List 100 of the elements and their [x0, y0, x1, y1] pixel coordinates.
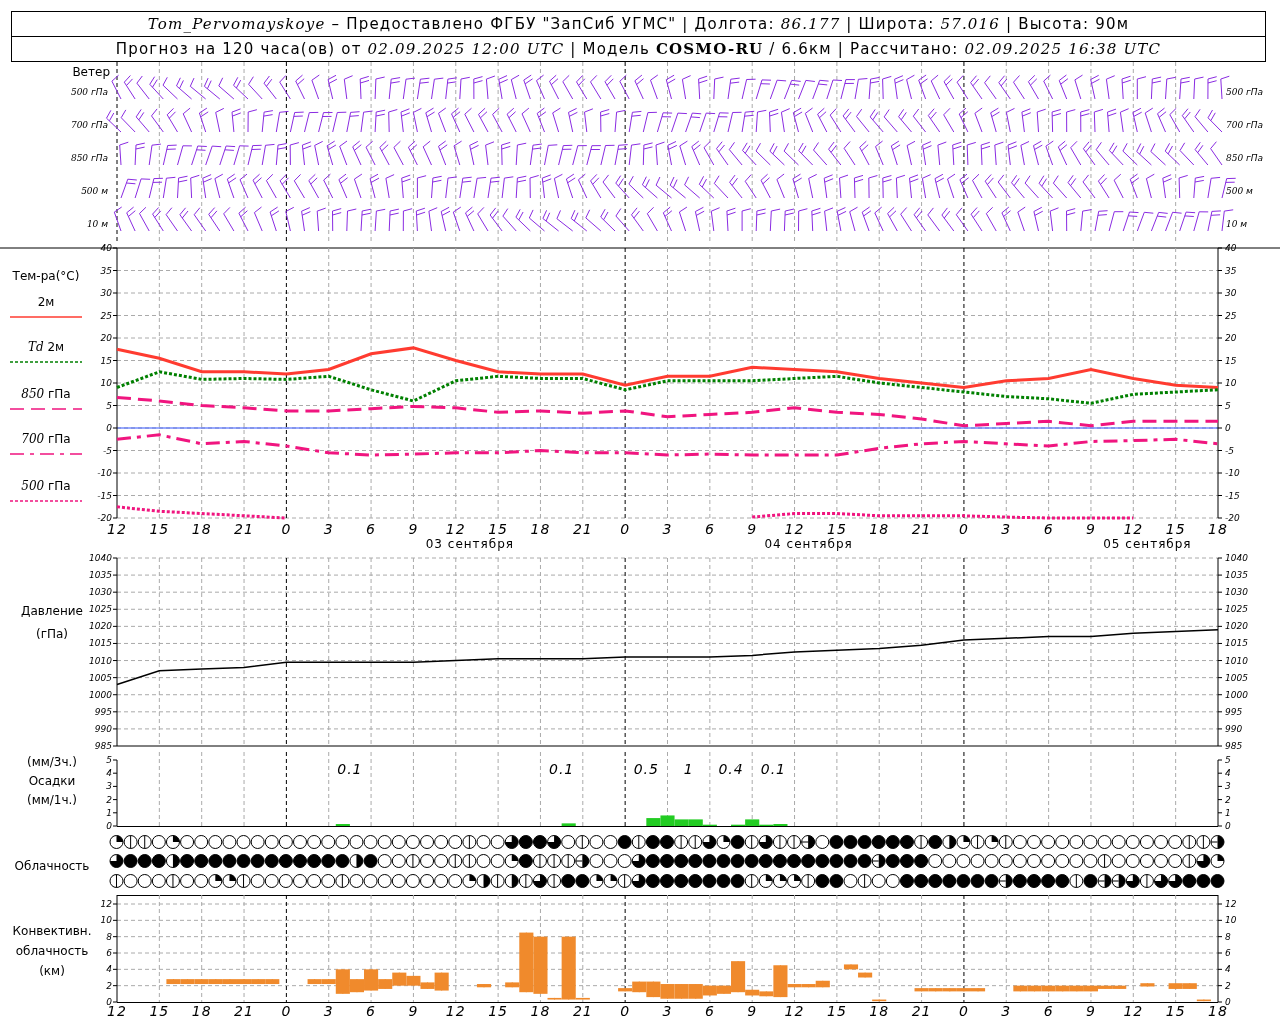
- hour-label: 15: [488, 521, 509, 537]
- wind-level-label: 500 гПа: [1226, 87, 1264, 97]
- tick-label: 3: [1225, 781, 1231, 792]
- tick-label: 1020: [89, 621, 112, 632]
- station-info: Tom_Pervomayskoye – Предоставлено ФГБУ "ЗапСиб УГМС" | Долгота: 86.177 | Широта: 57.016 | Высота: 90м: [146, 14, 1131, 35]
- tick-label: 15: [1225, 355, 1237, 366]
- hour-label: 3: [662, 521, 673, 537]
- temperature-title: Тем-ра(°C): [12, 269, 80, 283]
- hour-label: 15: [826, 521, 847, 537]
- tick-label: 10: [100, 915, 112, 926]
- forecast-info: Прогноз на 120 часа(ов) от 02.09.2025 12:00 UTC | Модель COSMO-RU / 6.6км | Рассчитано: 02.09.2025 16:38 UTC: [12, 36, 1265, 61]
- hour-label: 12: [445, 521, 466, 537]
- hour-label: 12: [1123, 1003, 1144, 1019]
- tick-label: 4: [1225, 964, 1231, 975]
- tick-label: 10: [1225, 378, 1237, 388]
- tick-label: 10: [1225, 915, 1237, 926]
- hour-label: 12: [1123, 521, 1144, 537]
- tick-label: 1: [1225, 807, 1231, 818]
- hour-label: 3: [1001, 521, 1012, 537]
- tick-label: 5: [106, 400, 112, 411]
- tick-label: 1030: [1225, 587, 1248, 598]
- precipitation-label: (мм/1ч.): [26, 793, 78, 807]
- hour-label: 6: [704, 1003, 715, 1019]
- date-label: 03 сентября: [425, 537, 515, 551]
- tick-label: 12: [1225, 899, 1237, 909]
- wind-level-label: 700 гПа: [70, 120, 108, 130]
- hour-label: 3: [323, 1003, 334, 1019]
- tick-label: 2: [106, 980, 112, 991]
- hour-label: 21: [911, 1003, 932, 1019]
- hour-label: 0: [620, 1003, 631, 1019]
- date-label: 05 сентября: [1103, 537, 1192, 551]
- hour-label: 18: [191, 1003, 212, 1019]
- tick-label: 5: [1225, 400, 1231, 411]
- tick-label: 40: [100, 243, 112, 253]
- tick-label: 4: [1225, 768, 1231, 779]
- precipitation-label: (мм/3ч.): [26, 755, 78, 769]
- hour-label: 3: [323, 521, 334, 537]
- precipitation-total: 0.1: [760, 761, 786, 777]
- tick-label: 10: [100, 378, 112, 388]
- hour-label: 6: [366, 521, 377, 537]
- tick-label: 985: [94, 741, 112, 751]
- tick-label: 1020: [1225, 621, 1248, 632]
- tick-label: 1015: [1225, 638, 1248, 649]
- hour-label: 15: [1165, 1003, 1186, 1019]
- tick-label: -15: [1225, 490, 1240, 501]
- hour-label: 18: [1208, 521, 1228, 537]
- tick-label: 0: [106, 423, 112, 433]
- tick-label: -10: [1225, 468, 1240, 478]
- wind-title: Ветер: [72, 65, 110, 79]
- hour-label: 15: [1165, 521, 1186, 537]
- hour-label: 15: [826, 1003, 847, 1019]
- hour-label: 15: [149, 1003, 170, 1019]
- tick-label: 25: [1225, 310, 1237, 321]
- tick-label: 15: [100, 355, 112, 366]
- wind-level-label: 10 м: [1226, 219, 1248, 229]
- tick-label: 1005: [89, 672, 112, 683]
- tick-label: 12: [100, 899, 112, 909]
- tick-label: -5: [103, 445, 112, 456]
- precipitation-total: 0.1: [337, 761, 363, 777]
- wind-level-label: 500 гПа: [70, 87, 108, 97]
- tick-label: 1000: [89, 689, 112, 700]
- legend-label: 700 гПа: [21, 432, 71, 446]
- tick-label: 2: [106, 794, 112, 805]
- tick-label: 5: [106, 755, 112, 765]
- hour-label: 18: [530, 1003, 551, 1019]
- legend-label: 2м: [37, 295, 55, 309]
- hour-label: 18: [191, 521, 212, 537]
- tick-label: 1040: [1225, 553, 1248, 563]
- tick-label: 4: [106, 768, 112, 779]
- hour-label: 18: [530, 521, 551, 537]
- tick-label: 0: [106, 997, 112, 1007]
- wind-level-label: 500 м: [81, 186, 108, 196]
- convective-label: облачность: [15, 944, 89, 958]
- tick-label: 4: [106, 964, 112, 975]
- tick-label: 25: [100, 310, 112, 321]
- hour-label: 6: [1043, 521, 1054, 537]
- legend-label: 500 гПа: [21, 479, 71, 493]
- tick-label: 995: [94, 706, 112, 717]
- hour-label: 0: [620, 521, 631, 537]
- hour-label: 12: [445, 1003, 466, 1019]
- tick-label: 1010: [89, 655, 112, 666]
- hour-label: 21: [234, 1003, 254, 1019]
- hour-label: 21: [234, 521, 254, 537]
- hour-label: 15: [488, 1003, 509, 1019]
- tick-label: 990: [94, 723, 112, 734]
- hour-label: 0: [958, 521, 969, 537]
- hour-label: 9: [1086, 1003, 1096, 1019]
- hour-label: 21: [572, 521, 593, 537]
- pressure-unit: (гПа): [36, 627, 68, 641]
- wind-level-label: 500 м: [1226, 186, 1253, 196]
- hour-label: 18: [869, 1003, 890, 1019]
- tick-label: -20: [1225, 513, 1240, 523]
- wind-level-label: 10 м: [86, 219, 108, 229]
- hour-label: 6: [366, 1003, 377, 1019]
- tick-label: 35: [100, 265, 112, 276]
- tick-label: 20: [100, 333, 112, 343]
- precipitation-total: 0.5: [633, 761, 659, 777]
- hour-label: 9: [408, 1003, 419, 1019]
- tick-label: 6: [106, 948, 112, 958]
- hour-label: 12: [784, 1003, 805, 1019]
